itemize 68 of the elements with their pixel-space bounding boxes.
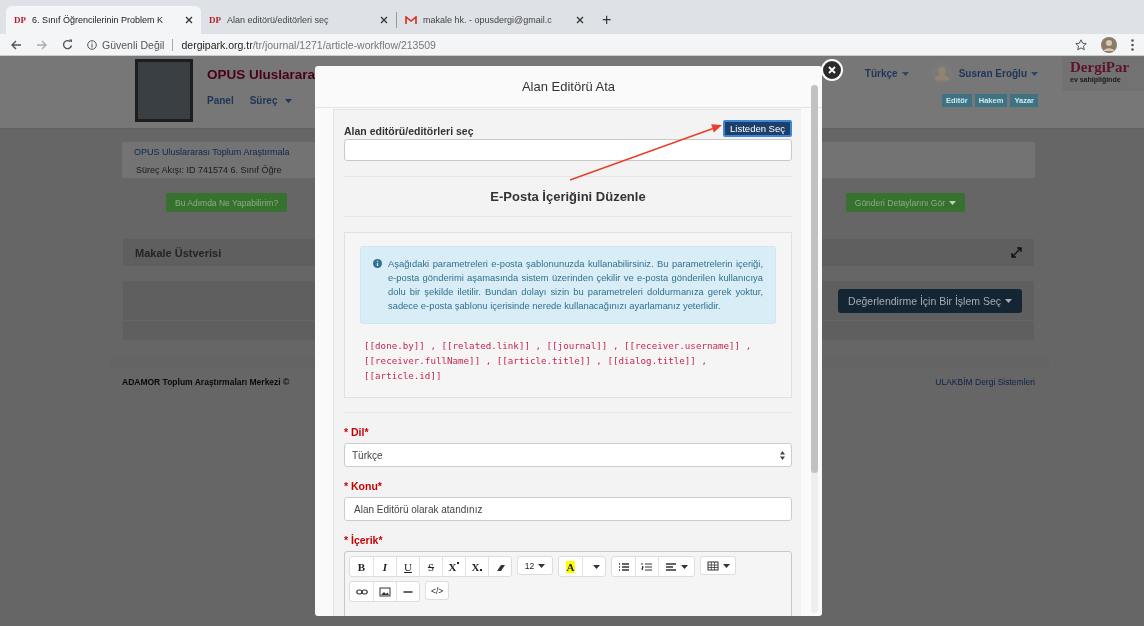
code-view-button[interactable]: </> (425, 581, 450, 600)
close-icon (828, 66, 836, 74)
browser-tab[interactable]: makale hk. - opusdergi@gmail.c (397, 6, 592, 34)
caret-icon (681, 564, 688, 569)
info-icon (87, 39, 97, 50)
browser-tab[interactable]: DP Alan editörü/editörleri seç (201, 6, 396, 34)
caret-icon (722, 563, 730, 568)
new-tab-button[interactable]: + (602, 11, 612, 29)
subject-input-field[interactable]: Alan Editörü olarak atandınız (344, 497, 792, 521)
expand-icon[interactable] (1011, 247, 1022, 258)
field-label: * Dil* (344, 426, 370, 438)
footer-text: ADAMOR Toplum Araştırmaları Merkezi © (122, 377, 290, 387)
browser-tab[interactable]: DP 6. Sınıf Öğrencilerinin Problem K (6, 6, 201, 34)
reload-icon[interactable] (62, 39, 73, 50)
select-from-list-button[interactable]: Listeden Seç (723, 120, 792, 137)
mail-icon (405, 15, 417, 25)
favicon: DP (209, 15, 221, 25)
language-select[interactable]: Türkçe (344, 443, 792, 467)
close-icon[interactable] (185, 16, 193, 24)
caret-icon (1031, 71, 1038, 76)
bold-button[interactable]: B (350, 557, 373, 576)
bulleted-list-icon (617, 561, 630, 572)
table-button[interactable] (700, 556, 736, 575)
align-icon (665, 561, 677, 572)
security-label: Güvenli Değil (102, 38, 165, 51)
panel-title: Makale Üstverisi (135, 246, 222, 259)
profile-avatar-icon[interactable] (1101, 36, 1117, 53)
journal-cover-placeholder (135, 59, 193, 122)
underline-button[interactable]: U (396, 557, 419, 576)
back-icon[interactable] (10, 39, 22, 50)
font-size-button[interactable]: 12 (517, 556, 553, 575)
italic-button[interactable]: I (373, 557, 396, 576)
subscript-button[interactable]: X (465, 557, 488, 576)
content-editor[interactable]: B I U S X X 12 A </> (344, 551, 792, 616)
link-icon (355, 586, 368, 597)
table-icon (706, 560, 719, 571)
caret-icon (901, 71, 909, 76)
highlight-button[interactable]: A (559, 557, 582, 576)
superscript-button[interactable]: X (442, 557, 465, 576)
close-icon[interactable] (576, 16, 584, 24)
review-action-button[interactable]: Değerlendirme İçin Bir İşlem Seç (838, 289, 1022, 313)
journal-title[interactable]: OPUS Uluslarara (207, 67, 316, 82)
field-label: * Konu* (344, 480, 383, 492)
breadcrumb-current: Süreç Akışı: ID 741574 6. Sınıf Öğre (136, 165, 282, 175)
up-down-arrows-icon (780, 450, 785, 460)
caret-icon (592, 564, 600, 569)
section-title: E-Posta İçeriğini Düzenle (489, 189, 647, 204)
brand-name: DergiPar (1070, 59, 1131, 76)
close-icon[interactable] (380, 16, 388, 24)
tab-title: Alan editörü/editörleri seç (227, 15, 330, 25)
address-field[interactable]: dergipark.org.tr/tr/journal/1271/article-workflow/213509 (181, 38, 436, 51)
numbered-list-icon (641, 561, 653, 572)
star-icon[interactable] (1075, 38, 1087, 51)
parameter-list: [[done.by]] , [[related.link]] , [[journal]] , [[receiver.username]] , [[receiver.fullName]] , [[article.title]] , [[dialog.title]] , [[article.id]] (360, 338, 776, 383)
more-menu-icon[interactable] (1131, 38, 1134, 51)
tab-title: 6. Sınıf Öğrencilerinin Problem K (32, 15, 165, 25)
editor-input-field[interactable] (344, 139, 792, 161)
info-text: Aşağıdaki parametreleri e-posta şablonunuzda kullanabilirsiniz. Bu parametrelerin içeriği, e-posta gönderimi aşamasında sistem üzerinden çekilir ve e-posta gönderilen kullanıcıya dolu bir şekilde iletilir. Bundan dolayı sizin bu parametreleri doldurmanıza gerek yoktur, sadece e-posta şablonu içerisinde nerede kullanacağınızı ayarlamanız yeterlidir. (388, 257, 763, 313)
info-icon (373, 259, 382, 268)
strikethrough-button[interactable]: S (419, 557, 442, 576)
field-label: Alan editörü/editörleri seç (344, 123, 474, 137)
scrollbar[interactable] (811, 85, 818, 613)
field-label: * İçerik* (344, 534, 384, 546)
modal-title: Alan Editörü Ata (521, 79, 616, 94)
image-icon (379, 586, 391, 597)
caret-icon (538, 563, 546, 568)
favicon: DP (14, 15, 26, 25)
tab-title: makale hk. - opusdergi@gmail.c (423, 15, 553, 25)
